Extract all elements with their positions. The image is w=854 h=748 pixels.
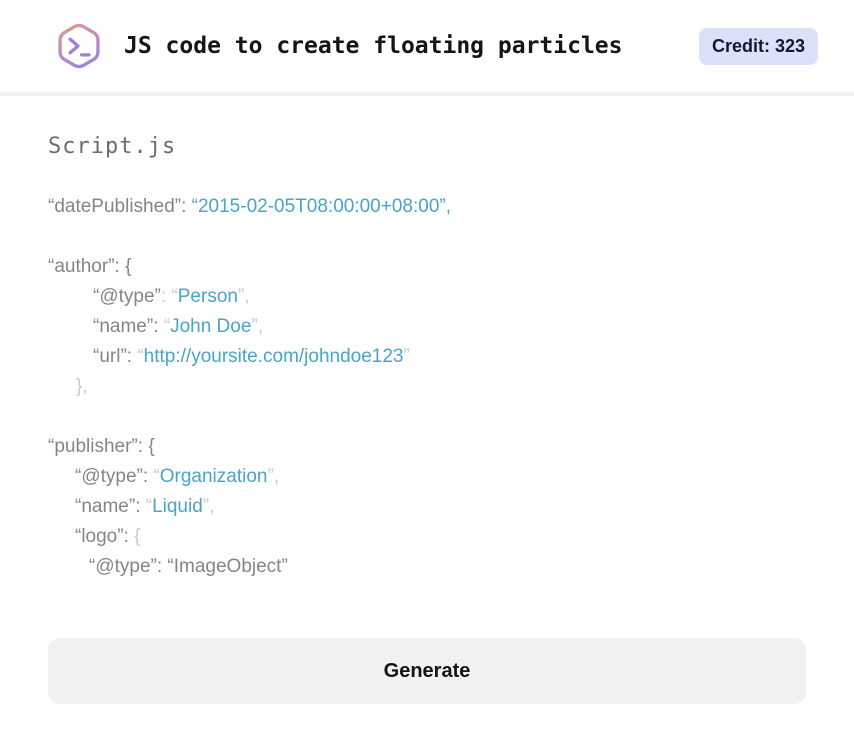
file-title: Script.js [48, 134, 177, 159]
code-line: }, [76, 376, 88, 397]
code-line: “logo”: { [75, 526, 141, 547]
main-content: Script.js “datePublished”: “2015-02-05T0… [0, 96, 854, 704]
app-window: JS code to create floating particles Cre… [0, 0, 854, 704]
code-line: “name”: “Liquid”, [75, 496, 215, 517]
code-line: “publisher”: { [48, 436, 155, 457]
terminal-hexagon-icon [54, 21, 104, 71]
code-block: “datePublished”: “2015-02-05T08:00:00+08… [48, 192, 806, 582]
code-line: “datePublished”: “2015-02-05T08:00:00+08… [48, 196, 451, 217]
code-line: “author”: { [48, 256, 132, 277]
code-line: “@type”: “Person”, [93, 286, 250, 307]
header: JS code to create floating particles Cre… [0, 0, 854, 96]
generate-button[interactable]: Generate [48, 638, 806, 704]
credit-badge: Credit: 323 [698, 27, 818, 65]
code-line: “@type”: “Organization”, [75, 466, 280, 487]
code-line: “url”: “http://yoursite.com/johndoe123” [93, 346, 410, 367]
code-line: “name”: “John Doe”, [93, 316, 264, 337]
code-line: “@type”: “ImageObject” [89, 556, 288, 577]
page-title: JS code to create floating particles [124, 33, 623, 59]
